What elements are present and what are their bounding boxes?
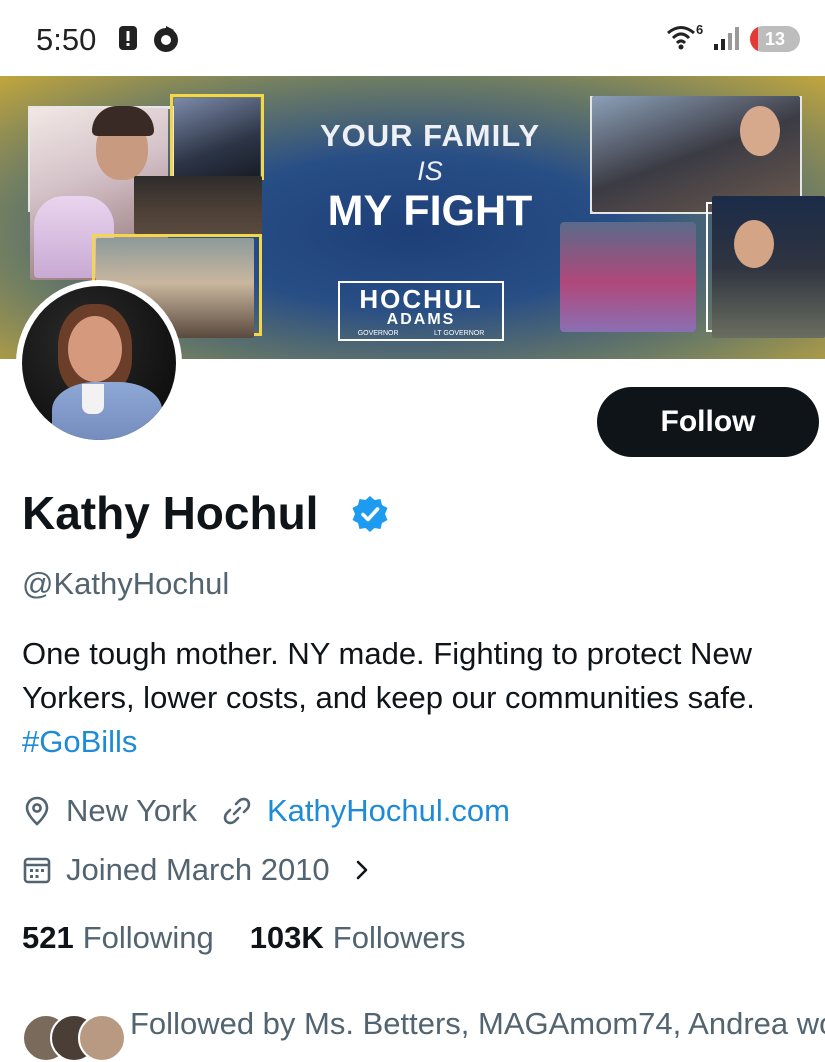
avatar <box>78 1014 126 1062</box>
sync-icon <box>154 26 178 52</box>
profile-meta-row: New York KathyHochul.com <box>22 793 510 829</box>
banner-photo-group <box>134 176 262 234</box>
banner-line-2: IS <box>417 156 443 186</box>
calendar-icon <box>23 857 51 884</box>
logo-subtitles: GOVERNOR LT GOVERNOR <box>340 330 502 337</box>
joined-date: Joined March 2010 <box>66 852 330 887</box>
logo-top: HOCHUL <box>359 284 483 314</box>
followers-count: 103K <box>249 920 324 955</box>
banner-slogan: YOUR FAMILY IS MY FIGHT <box>290 118 570 236</box>
banner-photo <box>174 98 260 180</box>
campaign-logo: HOCHUL ADAMS GOVERNOR LT GOVERNOR <box>338 281 504 341</box>
follow-stats: 521 Following 103K Followers <box>22 920 465 956</box>
followed-by-text[interactable]: Followed by Ms. Betters, MAGAmom74, Andr… <box>130 1006 825 1042</box>
wifi-icon <box>667 26 695 50</box>
banner-photo-speaker <box>712 196 825 338</box>
following-count: 521 <box>22 920 74 955</box>
followers-stat[interactable]: 103K Followers <box>250 920 466 956</box>
profile-bio: One tough mother. NY made. Fighting to p… <box>22 632 822 764</box>
link-icon <box>223 797 251 825</box>
followers-label: Followers <box>332 920 466 955</box>
status-bar: 5:50 6 13 <box>0 0 825 76</box>
following-stat[interactable]: 521 Following <box>22 920 214 956</box>
website-link[interactable]: KathyHochul.com <box>267 793 510 829</box>
banner-photo-face <box>740 106 780 156</box>
profile-location: New York <box>66 793 197 828</box>
banner-line-1: YOUR FAMILY <box>320 118 540 153</box>
banner-photo-rally <box>560 222 696 332</box>
wifi-badge: 6 <box>696 22 704 37</box>
logo-bottom: ADAMS <box>386 311 456 328</box>
chevron-right-icon <box>356 860 367 880</box>
bio-hashtag-link[interactable]: #GoBills <box>22 724 137 759</box>
verified-badge-icon[interactable] <box>350 494 390 534</box>
bio-text: One tough mother. NY made. Fighting to p… <box>22 636 755 715</box>
profile-avatar[interactable] <box>16 280 182 446</box>
avatar-photo <box>22 286 176 440</box>
battery-indicator: 13 <box>750 26 800 52</box>
following-label: Following <box>82 920 214 955</box>
location-pin-icon <box>25 796 49 826</box>
battery-level: 13 <box>764 29 786 49</box>
follow-button[interactable]: Follow <box>597 387 819 457</box>
joined-date-row[interactable]: Joined March 2010 <box>22 852 386 888</box>
banner-photo-face <box>734 220 774 268</box>
signal-icon <box>714 27 739 50</box>
alert-icon <box>119 26 137 50</box>
display-name: Kathy Hochul <box>22 487 319 539</box>
banner-line-3: MY FIGHT <box>327 187 533 235</box>
logo-left: GOVERNOR <box>357 330 399 337</box>
profile-handle: @KathyHochul <box>22 566 230 601</box>
logo-right: LT GOVERNOR <box>433 330 485 337</box>
status-time: 5:50 <box>36 22 97 57</box>
